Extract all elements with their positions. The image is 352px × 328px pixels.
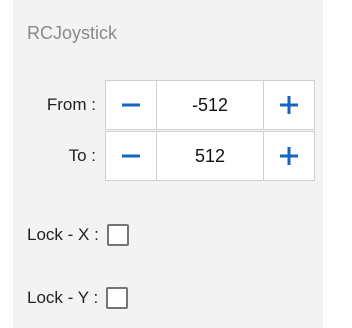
rcjoystick-panel: RCJoystick From : -512 To : 512 Lock - X…	[13, 0, 323, 328]
lock-x-row: Lock - X :	[27, 220, 129, 250]
lock-y-row: Lock - Y :	[27, 283, 129, 313]
lock-y-checkbox[interactable]	[106, 287, 129, 309]
to-decrement-button[interactable]	[106, 132, 157, 180]
lock-y-label: Lock - Y :	[27, 288, 99, 307]
from-decrement-button[interactable]	[106, 81, 157, 129]
to-row: To :	[27, 131, 96, 181]
lock-x-checkbox[interactable]	[106, 224, 129, 246]
to-value[interactable]: 512	[157, 132, 263, 180]
to-increment-button[interactable]	[263, 132, 314, 180]
to-stepper: 512	[105, 131, 315, 181]
plus-icon	[280, 147, 298, 165]
from-stepper: -512	[105, 80, 315, 130]
minus-icon	[122, 154, 140, 158]
from-increment-button[interactable]	[263, 81, 314, 129]
to-label: To :	[68, 146, 96, 165]
from-row: From :	[27, 80, 96, 130]
from-value[interactable]: -512	[157, 81, 263, 129]
from-label: From :	[46, 95, 96, 114]
minus-icon	[122, 103, 140, 107]
panel-title: RCJoystick	[27, 23, 118, 43]
lock-x-label: Lock - X :	[27, 225, 99, 244]
plus-icon	[280, 96, 298, 114]
